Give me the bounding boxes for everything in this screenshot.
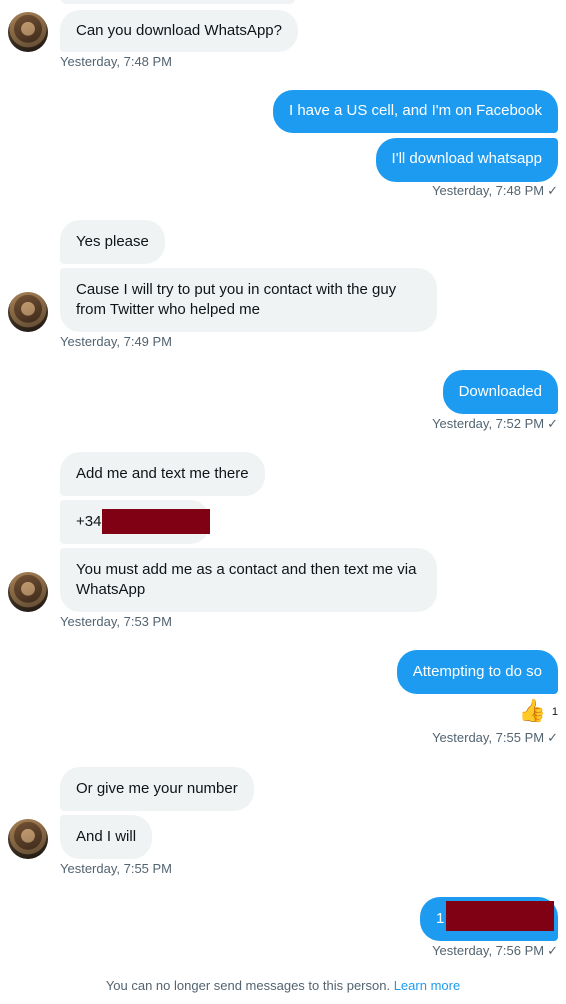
message-timestamp: Yesterday, 7:55 PM ✓ xyxy=(432,730,558,746)
message-text: I'll download whatsapp xyxy=(391,150,542,167)
outgoing-message-bubble[interactable]: Downloaded xyxy=(442,370,558,414)
redacted-phone-number xyxy=(102,509,210,534)
previous-message-bubble-edge xyxy=(60,0,296,4)
timestamp-text: Yesterday, 7:55 PM xyxy=(432,730,545,745)
reaction-count: 1 xyxy=(551,706,558,718)
incoming-message-bubble[interactable]: Can you download WhatsApp? xyxy=(60,10,298,52)
contact-avatar[interactable] xyxy=(8,819,48,859)
incoming-message-bubble[interactable]: Or give me your number xyxy=(60,767,254,811)
conversation-closed-notice: You can no longer send messages to this … xyxy=(0,978,566,993)
timestamp-text: Yesterday, 7:52 PM xyxy=(432,416,545,431)
contact-avatar[interactable] xyxy=(8,12,48,52)
outgoing-message-bubble[interactable]: Attempting to do so xyxy=(396,650,558,694)
message-text-line: Cause I will try to put you in contact w… xyxy=(76,281,397,298)
redacted-phone-number xyxy=(446,901,554,931)
message-text-line: You must add me as a contact and then te… xyxy=(76,561,417,578)
thumbs-up-reaction-icon[interactable]: 👍 xyxy=(519,698,546,724)
timestamp-text: Yesterday, 7:48 PM xyxy=(432,183,545,198)
message-timestamp: Yesterday, 7:52 PM ✓ xyxy=(432,416,558,432)
outgoing-message-bubble[interactable]: I have a US cell, and I'm on Facebook xyxy=(272,90,558,133)
sent-check-icon: ✓ xyxy=(547,416,558,431)
incoming-message-bubble[interactable]: Yes please xyxy=(60,220,165,264)
incoming-message-bubble[interactable]: You must add me as a contact and then te… xyxy=(60,548,437,612)
message-text: Add me and text me there xyxy=(76,465,249,482)
message-timestamp: Yesterday, 7:48 PM xyxy=(60,54,173,69)
message-timestamp: Yesterday, 7:56 PM ✓ xyxy=(432,943,558,959)
message-text: Or give me your number xyxy=(76,780,238,797)
message-timestamp: Yesterday, 7:49 PM xyxy=(60,334,173,349)
timestamp-text: Yesterday, 7:56 PM xyxy=(432,943,545,958)
message-text: Downloaded xyxy=(458,383,542,400)
message-text-line: from Twitter who helped me xyxy=(76,301,260,318)
incoming-message-bubble[interactable]: And I will xyxy=(60,815,153,859)
message-timestamp: Yesterday, 7:48 PM ✓ xyxy=(432,183,558,199)
closed-notice-text: You can no longer send messages to this … xyxy=(105,978,391,993)
message-timestamp: Yesterday, 7:55 PM xyxy=(60,861,173,876)
contact-avatar[interactable] xyxy=(8,572,48,612)
message-timestamp: Yesterday, 7:53 PM xyxy=(60,614,173,629)
message-text: Yes please xyxy=(76,233,149,250)
message-text: +34 xyxy=(76,513,102,530)
incoming-message-bubble[interactable]: Add me and text me there xyxy=(60,452,265,496)
sent-check-icon: ✓ xyxy=(547,183,558,198)
message-text: 1 xyxy=(436,910,445,927)
message-text: Can you download WhatsApp? xyxy=(76,22,282,39)
message-text: And I will xyxy=(76,828,137,845)
learn-more-link[interactable]: Learn more xyxy=(394,978,460,993)
message-text-line: WhatsApp xyxy=(76,581,146,598)
sent-check-icon: ✓ xyxy=(547,730,558,745)
sent-check-icon: ✓ xyxy=(547,943,558,958)
incoming-message-bubble[interactable]: Cause I will try to put you in contact w… xyxy=(60,268,437,332)
message-text: Attempting to do so xyxy=(412,663,542,680)
message-text: I have a US cell, and I'm on Facebook xyxy=(288,102,542,119)
outgoing-message-bubble[interactable]: I'll download whatsapp xyxy=(375,138,558,182)
contact-avatar[interactable] xyxy=(8,292,48,332)
